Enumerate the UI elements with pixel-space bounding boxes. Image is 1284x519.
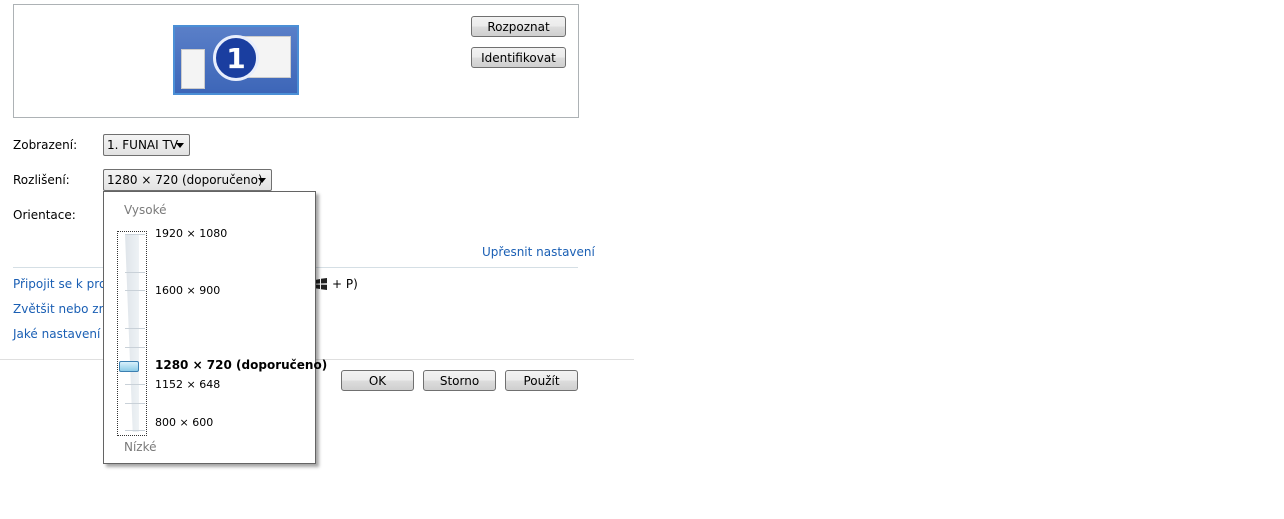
slider-tick [125,403,145,404]
windows-logo-icon [315,278,327,290]
monitor-1-thumbnail[interactable]: 1 [173,25,299,95]
projector-shortcut: + P) [314,277,358,291]
slider-tick [125,290,145,291]
high-label: Vysoké [124,203,167,217]
low-label: Nízké [124,440,157,454]
resolution-option[interactable]: 1152 × 648 [155,378,220,391]
identify-button[interactable]: Identifikovat [471,47,566,68]
resolution-dropdown-panel: Vysoké 1920 × 1080 1600 × 900 1280 × 720… [103,191,327,464]
monitor-number-badge: 1 [213,35,259,81]
slider-tick [125,430,145,431]
orientation-label: Orientace: [13,208,76,222]
apply-button[interactable]: Použít [505,370,578,391]
cancel-button[interactable]: Storno [423,370,496,391]
slider-tick [125,384,145,385]
connect-projector-link[interactable]: Připojit se k proje [13,277,117,291]
ok-button[interactable]: OK [341,370,414,391]
shortcut-text: + P) [332,277,358,291]
resolution-option[interactable]: 1920 × 1080 [155,227,227,240]
chevron-down-icon [258,178,266,183]
resolution-option[interactable]: 1600 × 900 [155,284,220,297]
slider-tick [125,328,145,329]
window-thumbnail-icon [181,49,205,89]
resolution-select-value: 1280 × 720 (doporučeno) [107,173,263,187]
display-select-value: 1. FUNAI TV [107,138,179,152]
chevron-down-icon [176,143,184,148]
advanced-settings-link[interactable]: Upřesnit nastavení [482,245,595,259]
resolution-option-selected[interactable]: 1280 × 720 (doporučeno) [155,358,327,372]
slider-tick [125,234,145,235]
display-label: Zobrazení: [13,138,78,152]
detect-button[interactable]: Rozpoznat [471,16,566,37]
which-settings-link[interactable]: Jaké nastavení m [13,327,116,341]
resolution-option[interactable]: 800 × 600 [155,416,213,429]
display-select[interactable]: 1. FUNAI TV [103,134,190,156]
resize-text-link[interactable]: Zvětšit nebo zme [13,302,118,316]
resolution-slider-thumb[interactable] [119,361,139,372]
slider-tick [125,347,145,348]
resolution-select[interactable]: 1280 × 720 (doporučeno) [103,169,272,191]
slider-tick [125,272,145,273]
resolution-label: Rozlišení: [13,173,70,187]
